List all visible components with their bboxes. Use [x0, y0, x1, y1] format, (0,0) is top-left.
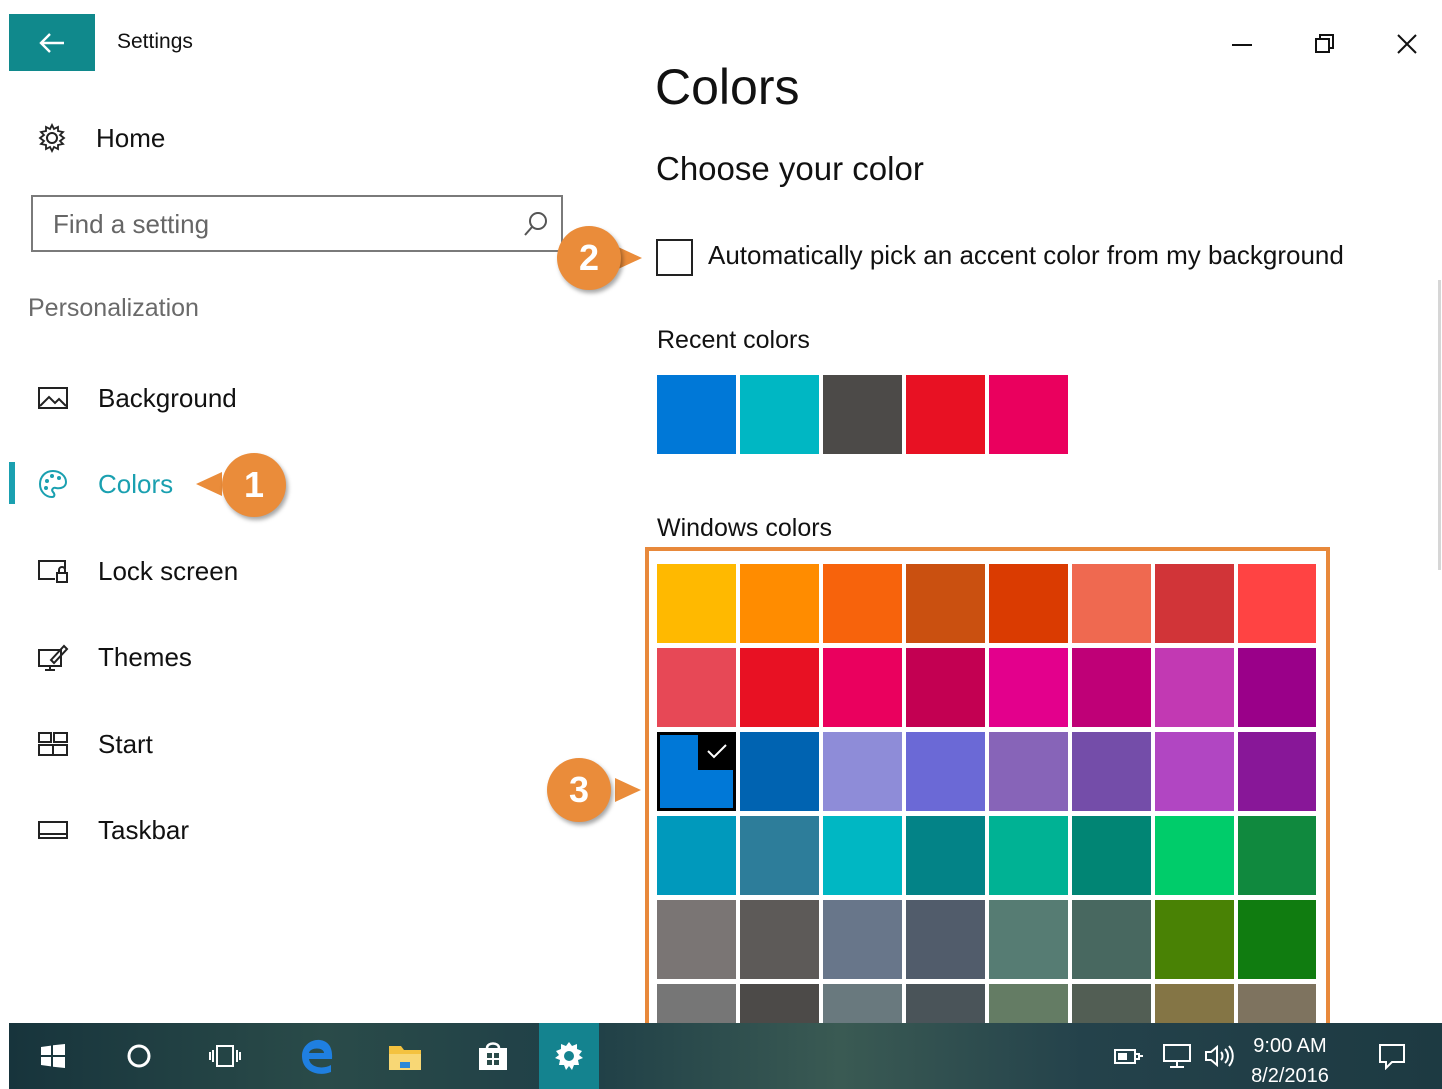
- start-icon: [38, 732, 68, 756]
- action-center-button[interactable]: [1367, 1023, 1417, 1089]
- app-title: Settings: [117, 30, 193, 53]
- volume-icon: [1205, 1044, 1234, 1068]
- task-view-button[interactable]: [197, 1023, 253, 1089]
- recent-colors-row: [657, 375, 1068, 454]
- lock-screen-icon: [38, 560, 68, 583]
- store-button[interactable]: [465, 1023, 521, 1089]
- edge-icon: [302, 1039, 333, 1074]
- home-nav-item[interactable]: Home: [36, 118, 165, 158]
- volume-tray-button[interactable]: [1199, 1023, 1239, 1089]
- edge-button[interactable]: [289, 1023, 345, 1089]
- cortana-icon: [127, 1044, 151, 1068]
- scrollbar-thumb[interactable]: [1438, 280, 1441, 570]
- gear-icon: [38, 122, 66, 154]
- themes-icon: [38, 644, 69, 671]
- sidebar-item-colors[interactable]: Colors: [36, 462, 173, 506]
- recent-color-swatch[interactable]: [989, 375, 1068, 454]
- sidebar-item-label: Background: [98, 382, 237, 413]
- taskbar: [9, 1023, 1442, 1089]
- minimize-button[interactable]: [1222, 24, 1262, 64]
- picture-icon: [38, 387, 68, 409]
- power-tray-button[interactable]: [1109, 1023, 1149, 1089]
- windows-start-icon: [41, 1044, 65, 1068]
- network-icon: [1163, 1044, 1191, 1068]
- callout-arrow: [615, 778, 641, 802]
- file-explorer-icon: [389, 1046, 421, 1070]
- recent-color-swatch[interactable]: [906, 375, 985, 454]
- sidebar-item-background[interactable]: Background: [36, 376, 237, 420]
- windows-colors-label: Windows colors: [657, 514, 833, 542]
- start-button[interactable]: [25, 1023, 81, 1089]
- sidebar-item-lock-screen[interactable]: Lock screen: [36, 549, 238, 593]
- minimize-icon: [1232, 44, 1252, 46]
- back-button[interactable]: [9, 14, 95, 71]
- sidebar-item-label: Lock screen: [98, 555, 239, 586]
- search-input[interactable]: [53, 205, 523, 243]
- home-label: Home: [96, 122, 166, 153]
- page-title: Colors: [655, 59, 800, 115]
- sidebar-item-themes[interactable]: Themes: [36, 635, 192, 679]
- recent-colors-label: Recent colors: [657, 326, 810, 354]
- clock-date: 8/2/2016: [1251, 1065, 1329, 1087]
- sidebar-item-start[interactable]: Start: [36, 722, 153, 766]
- palette-icon: [38, 469, 68, 499]
- search-button[interactable]: [521, 209, 551, 239]
- file-explorer-button[interactable]: [377, 1023, 433, 1089]
- sidebar-item-label: Start: [98, 728, 153, 759]
- sidebar-item-label: Themes: [98, 641, 192, 672]
- settings-taskbar-button[interactable]: [539, 1023, 599, 1089]
- section-title: Personalization: [28, 294, 199, 322]
- recent-color-swatch[interactable]: [823, 375, 902, 454]
- cortana-button[interactable]: [111, 1023, 167, 1089]
- taskbar-icon: [38, 821, 68, 839]
- callout-2: 2: [557, 226, 621, 290]
- sidebar-item-taskbar[interactable]: Taskbar: [36, 808, 189, 852]
- close-button[interactable]: [1387, 24, 1427, 64]
- callout-3: 3: [547, 758, 611, 822]
- recent-color-swatch[interactable]: [657, 375, 736, 454]
- callout-arrow: [196, 472, 222, 496]
- restore-button[interactable]: [1305, 24, 1345, 64]
- callout-highlight-frame: [645, 547, 1330, 1029]
- choose-color-heading: Choose your color: [656, 150, 924, 187]
- network-tray-button[interactable]: [1157, 1023, 1197, 1089]
- restore-icon: [1315, 34, 1334, 53]
- action-center-icon: [1379, 1044, 1405, 1070]
- selection-indicator: [9, 462, 15, 504]
- taskbar-clock[interactable]: 9:00 AM 8/2/2016: [1240, 1031, 1340, 1089]
- auto-accent-label[interactable]: Automatically pick an accent color from …: [708, 240, 1344, 271]
- recent-color-swatch[interactable]: [740, 375, 819, 454]
- back-arrow-icon: [39, 32, 64, 53]
- search-box[interactable]: [31, 195, 563, 252]
- task-view-icon: [209, 1045, 241, 1067]
- store-icon: [479, 1042, 507, 1070]
- power-icon: [1114, 1049, 1143, 1064]
- sidebar-item-label: Taskbar: [98, 814, 190, 845]
- auto-accent-checkbox[interactable]: [656, 239, 693, 276]
- close-icon: [1397, 34, 1417, 54]
- sidebar-item-label: Colors: [98, 468, 174, 499]
- clock-time: 9:00 AM: [1253, 1035, 1327, 1057]
- search-icon: [524, 212, 547, 236]
- callout-1: 1: [222, 453, 286, 517]
- settings-gear-icon: [555, 1042, 583, 1070]
